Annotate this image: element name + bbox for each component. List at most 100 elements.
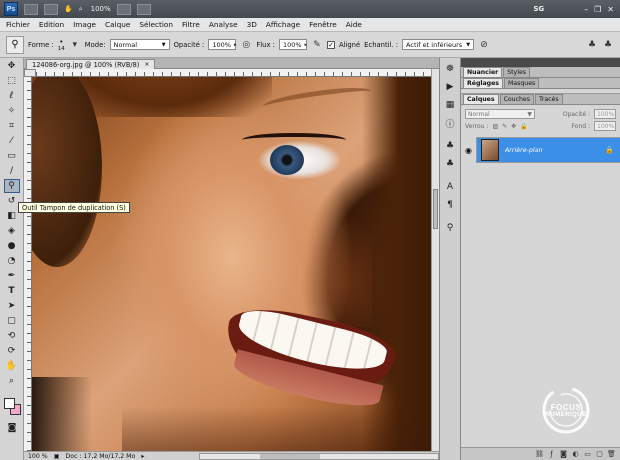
type-tool-icon[interactable]: T [4, 284, 20, 298]
path-selection-tool-icon[interactable]: ➤ [4, 299, 20, 313]
status-zoom[interactable]: 100 % [28, 453, 48, 460]
scrollbar-thumb[interactable] [260, 453, 320, 459]
document-tab[interactable]: 124086-org.jpg @ 100% (RVB/8) × [26, 59, 156, 69]
menu-aide[interactable]: Aide [346, 20, 362, 29]
blend-mode-select[interactable]: Normal ▼ [465, 109, 535, 119]
lasso-tool-icon[interactable]: ℓ [4, 89, 20, 103]
zoom-tool-icon[interactable]: ⌕ [79, 3, 83, 15]
clone-source-icon[interactable]: ♣ [442, 157, 458, 171]
document-canvas[interactable] [32, 77, 431, 451]
fill-input[interactable]: 100% [594, 121, 616, 131]
new-layer-icon[interactable]: ▢ [595, 450, 604, 459]
new-group-icon[interactable]: ▭ [583, 450, 592, 459]
lock-pixels-icon[interactable]: ✎ [502, 123, 507, 130]
menu-affichage[interactable]: Affichage [266, 20, 300, 29]
hand-tool-icon[interactable]: ✋ [4, 359, 20, 373]
status-info-icon[interactable]: ▣ [54, 453, 60, 460]
opacity-input[interactable]: 100% [594, 109, 616, 119]
airbrush-icon[interactable]: ✎ [311, 39, 323, 51]
add-mask-icon[interactable]: ◙ [559, 450, 568, 459]
menu-fenetre[interactable]: Fenêtre [309, 20, 337, 29]
pressure-opacity-icon[interactable]: ◎ [240, 39, 252, 51]
move-tool-icon[interactable]: ✥ [4, 59, 20, 73]
lock-all-icon[interactable]: 🔒 [520, 123, 527, 130]
adjustment-layer-icon[interactable]: ◐ [571, 450, 580, 459]
close-icon[interactable]: × [144, 61, 149, 68]
menu-analyse[interactable]: Analyse [209, 20, 238, 29]
dodge-tool-icon[interactable]: ◔ [4, 254, 20, 268]
blur-tool-icon[interactable]: ● [4, 239, 20, 253]
info-panel-icon[interactable]: ⓘ [442, 116, 458, 130]
horizontal-ruler[interactable] [36, 69, 431, 77]
menu-3d[interactable]: 3D [247, 20, 257, 29]
brush-picker-chevron-icon[interactable]: ▾ [69, 39, 81, 51]
tab-styles[interactable]: Styles [503, 67, 530, 77]
aligne-checkbox[interactable]: ✓ [326, 40, 335, 49]
marquee-tool-icon[interactable]: ⬚ [4, 74, 20, 88]
color-swatches[interactable] [4, 398, 21, 415]
opacite-input[interactable]: 100% ▸ [208, 39, 236, 50]
ignore-adjustment-layers-icon[interactable]: ⊘ [478, 39, 490, 51]
actions-panel-icon[interactable]: ▶ [442, 80, 458, 94]
layer-style-icon[interactable]: ƒ [547, 450, 556, 459]
menu-filtre[interactable]: Filtre [182, 20, 200, 29]
menu-selection[interactable]: Sélection [139, 20, 173, 29]
brush-tool-icon[interactable]: ∕ [4, 164, 20, 178]
healing-brush-tool-icon[interactable]: ▭ [4, 149, 20, 163]
quick-mask-icon[interactable]: ◙ [4, 421, 20, 435]
pen-tool-icon[interactable]: ✒ [4, 269, 20, 283]
ruler-origin[interactable] [24, 69, 36, 77]
view-extras-button[interactable] [116, 3, 131, 15]
zoom-tool-icon[interactable]: ⌕ [4, 374, 20, 388]
tab-traces[interactable]: Tracés [534, 94, 563, 104]
clone-source-panel-icon[interactable]: ♣ [602, 39, 614, 51]
shape-tool-icon[interactable]: ▢ [4, 314, 20, 328]
tool-presets-icon[interactable]: ⚲ [442, 221, 458, 235]
menu-calque[interactable]: Calque [105, 20, 130, 29]
tab-calques[interactable]: Calques [463, 94, 499, 104]
menu-image[interactable]: Image [73, 20, 96, 29]
document-horizontal-scrollbar[interactable] [199, 452, 439, 460]
vertical-ruler[interactable] [24, 77, 32, 451]
pressure-size-icon[interactable]: ♣ [586, 39, 598, 51]
close-icon[interactable]: ✕ [607, 5, 614, 14]
tab-couches[interactable]: Couches [499, 94, 534, 104]
lock-transparent-icon[interactable]: ▨ [492, 123, 498, 130]
tab-nuancier[interactable]: Nuancier [463, 67, 503, 77]
minimize-icon[interactable]: – [584, 5, 588, 14]
3d-panel-icon[interactable]: ▦ [442, 98, 458, 112]
paint-bucket-tool-icon[interactable]: ◈ [4, 224, 20, 238]
restore-icon[interactable]: ❐ [594, 5, 601, 14]
eyedropper-tool-icon[interactable]: ⁄ [4, 134, 20, 148]
3d-orbit-tool-icon[interactable]: ⟳ [4, 344, 20, 358]
link-layers-icon[interactable]: ⛓ [535, 450, 544, 459]
clone-stamp-tool-icon[interactable]: ⚲ [3, 179, 20, 193]
zoom-level-select[interactable]: 100% [91, 5, 111, 13]
bridge-button[interactable] [24, 3, 38, 15]
crop-tool-icon[interactable]: ⌗ [4, 119, 20, 133]
character-panel-icon[interactable]: A [442, 180, 458, 194]
tab-reglages[interactable]: Réglages [463, 78, 503, 88]
history-panel-icon[interactable]: ☸ [442, 62, 458, 76]
workspace-switcher[interactable]: SG [533, 5, 544, 13]
layer-row-background[interactable]: ◉ Arrière-plan 🔒 [461, 137, 620, 163]
brush-presets-icon[interactable]: ♣ [442, 139, 458, 153]
hand-icon[interactable]: ✋ [64, 3, 73, 15]
visibility-eye-icon[interactable]: ◉ [461, 137, 477, 163]
status-menu-chevron-icon[interactable]: ▸ [141, 453, 144, 460]
brush-preview[interactable]: • 14 [58, 38, 65, 52]
3d-rotate-tool-icon[interactable]: ⟲ [4, 329, 20, 343]
quick-selection-tool-icon[interactable]: ✧ [4, 104, 20, 118]
photoshop-logo-icon[interactable]: Ps [4, 2, 18, 16]
lock-position-icon[interactable]: ✥ [511, 123, 516, 130]
paragraph-panel-icon[interactable]: ¶ [442, 198, 458, 212]
delete-layer-icon[interactable]: 🗑 [607, 450, 616, 459]
foreground-color-swatch[interactable] [4, 398, 15, 409]
menu-edition[interactable]: Edition [39, 20, 64, 29]
menu-fichier[interactable]: Fichier [6, 20, 30, 29]
layer-name[interactable]: Arrière-plan [505, 147, 542, 154]
arrange-documents-button[interactable] [136, 3, 151, 15]
clone-stamp-preset-icon[interactable]: ⚲ [6, 35, 24, 54]
minibridge-button[interactable] [44, 3, 58, 15]
flux-input[interactable]: 100% ▸ [278, 39, 307, 50]
